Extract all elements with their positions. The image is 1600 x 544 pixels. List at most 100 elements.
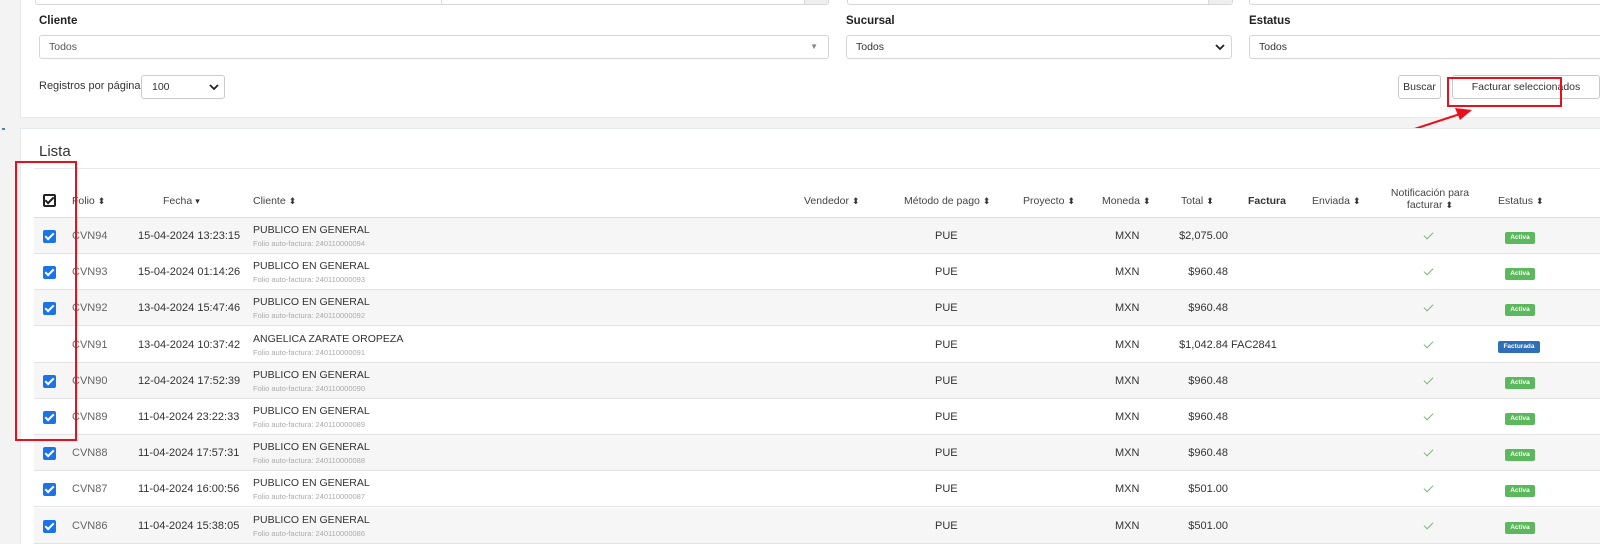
total-cell: $501.00 xyxy=(1188,483,1228,496)
sort-icon: ⬍ xyxy=(1142,196,1151,206)
table-row[interactable]: CVN89 11-04-2024 23:22:33 PUBLICO EN GENER… xyxy=(34,399,1600,435)
status-badge: Activa xyxy=(1505,521,1535,534)
highlight-checkbox-column xyxy=(15,161,77,441)
check-icon xyxy=(1423,446,1434,457)
fecha-cell: 11-04-2024 15:38:05 xyxy=(138,519,240,532)
folio-cell[interactable]: CVN89 xyxy=(72,411,107,423)
folio-cell[interactable]: CVN87 xyxy=(72,483,107,495)
fecha-cell: 12-04-2024 17:52:39 xyxy=(138,374,241,387)
header-total[interactable]: Total ⬍ xyxy=(1181,195,1214,207)
fecha-cell: 11-04-2024 17:57:31 xyxy=(138,447,240,460)
metodo-cell: PUE xyxy=(935,483,958,496)
moneda-cell: MXN xyxy=(1115,230,1140,242)
sort-icon: ⬍ xyxy=(97,196,106,206)
table-row[interactable]: CVN87 11-04-2024 16:00:56 PUBLICO EN GENER… xyxy=(34,471,1600,508)
sort-icon: ⬍ xyxy=(1067,196,1075,206)
metodo-cell: PUE xyxy=(935,230,958,242)
sort-icon: ⬍ xyxy=(1536,196,1544,206)
status-badge: Activa xyxy=(1505,232,1535,244)
factura-cell[interactable]: FAC2841 xyxy=(1231,339,1277,351)
folio-cell[interactable]: CVN94 xyxy=(72,230,107,242)
check-icon xyxy=(1423,301,1434,312)
fecha-cell: 11-04-2024 23:22:33 xyxy=(138,411,240,423)
header-fecha-label: Fecha xyxy=(163,195,193,207)
header-enviada-label: Enviada xyxy=(1312,195,1350,207)
header-moneda[interactable]: Moneda ⬍ xyxy=(1102,195,1151,207)
folio-cell[interactable]: CVN92 xyxy=(72,302,107,314)
folio-autofactura-cell: Folio auto-factura: 240110000089 xyxy=(253,420,366,429)
check-icon xyxy=(1423,229,1434,240)
sort-icon: ⬍ xyxy=(1352,196,1361,206)
header-cliente[interactable]: Cliente ⬍ xyxy=(253,195,296,207)
folio-autofactura-cell: Folio auto-factura: 240110000090 xyxy=(253,383,366,393)
header-estatus[interactable]: Estatus ⬍ xyxy=(1498,195,1544,207)
header-proyecto[interactable]: Proyecto ⬍ xyxy=(1023,195,1075,207)
header-total-label: Total xyxy=(1181,195,1204,207)
table-row[interactable]: CVN90 12-04-2024 17:52:39 PUBLICO EN GENER… xyxy=(34,362,1600,399)
folio-autofactura-cell: Folio auto-factura: 240110000088 xyxy=(253,456,366,466)
folio-cell[interactable]: CVN88 xyxy=(72,447,107,459)
folio-cell[interactable]: CVN86 xyxy=(72,520,107,532)
metodo-cell: PUE xyxy=(935,302,958,315)
cliente-cell: PUBLICO EN GENERAL xyxy=(253,477,370,490)
folio-cell[interactable]: CVN90 xyxy=(72,375,107,387)
folio-autofactura-cell: Folio auto-factura: 240110000086 xyxy=(253,528,366,538)
metodo-cell: PUE xyxy=(935,266,958,279)
total-cell: $960.48 xyxy=(1188,411,1228,423)
row-checkbox[interactable] xyxy=(43,519,56,533)
moneda-cell: MXN xyxy=(1115,302,1140,315)
sort-icon: ⬍ xyxy=(288,196,297,206)
folio-autofactura-cell: Folio auto-factura: 240110000094 xyxy=(253,239,366,248)
cliente-cell: PUBLICO EN GENERAL xyxy=(253,441,370,454)
header-metodo[interactable]: Método de pago ⬍ xyxy=(904,195,990,207)
fecha-cell: 15-04-2024 13:23:15 xyxy=(138,230,241,242)
table-row[interactable]: CVN88 11-04-2024 17:57:31 PUBLICO EN GENER… xyxy=(34,435,1600,472)
folio-autofactura-cell: Folio auto-factura: 240110000093 xyxy=(253,275,366,285)
table-row[interactable]: CVN93 15-04-2024 01:14:26 PUBLICO EN GENER… xyxy=(34,254,1600,291)
folio-autofactura-cell: Folio auto-factura: 240110000092 xyxy=(253,311,366,321)
header-fecha[interactable]: Fecha ▾ xyxy=(163,195,200,207)
table-row[interactable]: CVN92 13-04-2024 15:47:46 PUBLICO EN GENER… xyxy=(34,290,1600,327)
moneda-cell: MXN xyxy=(1115,447,1140,460)
status-badge: Activa xyxy=(1505,268,1535,281)
metodo-cell: PUE xyxy=(935,338,958,351)
total-cell: $960.48 xyxy=(1188,447,1228,460)
table-row[interactable]: CVN91 13-04-2024 10:37:42 ANGELICA ZARATE … xyxy=(34,327,1600,363)
metodo-cell: PUE xyxy=(935,411,958,423)
folio-cell[interactable]: CVN91 xyxy=(72,339,107,351)
caret-down-icon: ▾ xyxy=(195,196,200,206)
check-icon xyxy=(1423,338,1434,349)
table-row[interactable]: CVN94 15-04-2024 13:23:15 PUBLICO EN GENER… xyxy=(34,218,1600,254)
header-notificacion-label: facturar xyxy=(1406,199,1443,211)
cliente-cell: PUBLICO EN GENERAL xyxy=(253,260,370,273)
sort-icon: ⬍ xyxy=(1445,200,1454,210)
moneda-cell: MXN xyxy=(1115,338,1140,351)
row-checkbox[interactable] xyxy=(43,447,56,461)
folio-cell[interactable]: CVN93 xyxy=(72,266,107,278)
status-badge: Activa xyxy=(1505,449,1535,462)
fecha-cell: 11-04-2024 16:00:56 xyxy=(138,483,240,496)
table-row[interactable]: CVN86 11-04-2024 15:38:05 PUBLICO EN GENER… xyxy=(34,507,1600,544)
header-moneda-label: Moneda xyxy=(1102,195,1140,207)
header-metodo-label: Método de pago xyxy=(904,195,980,207)
moneda-cell: MXN xyxy=(1115,483,1140,496)
status-badge: Activa xyxy=(1505,376,1535,389)
total-cell: $1,042.84 xyxy=(1179,338,1228,351)
status-badge: Activa xyxy=(1505,485,1535,498)
header-vendedor[interactable]: Vendedor ⬍ xyxy=(804,195,860,207)
total-cell: $960.48 xyxy=(1188,374,1228,387)
cliente-cell: PUBLICO EN GENERAL xyxy=(253,296,370,309)
status-badge: Activa xyxy=(1505,304,1535,317)
moneda-cell: MXN xyxy=(1115,374,1140,387)
status-badge: Activa xyxy=(1505,413,1535,425)
cliente-cell: PUBLICO EN GENERAL xyxy=(253,513,370,526)
header-enviada[interactable]: Enviada ⬍ xyxy=(1312,195,1361,207)
header-notificacion[interactable]: Notificación para facturar ⬍ xyxy=(1382,187,1478,211)
metodo-cell: PUE xyxy=(935,374,958,387)
header-notificacion-line2: facturar ⬍ xyxy=(1382,199,1478,211)
check-icon xyxy=(1423,482,1434,493)
check-icon xyxy=(1423,374,1434,385)
row-checkbox[interactable] xyxy=(43,483,56,497)
total-cell: $501.00 xyxy=(1188,519,1228,532)
sort-icon: ⬍ xyxy=(982,196,991,206)
